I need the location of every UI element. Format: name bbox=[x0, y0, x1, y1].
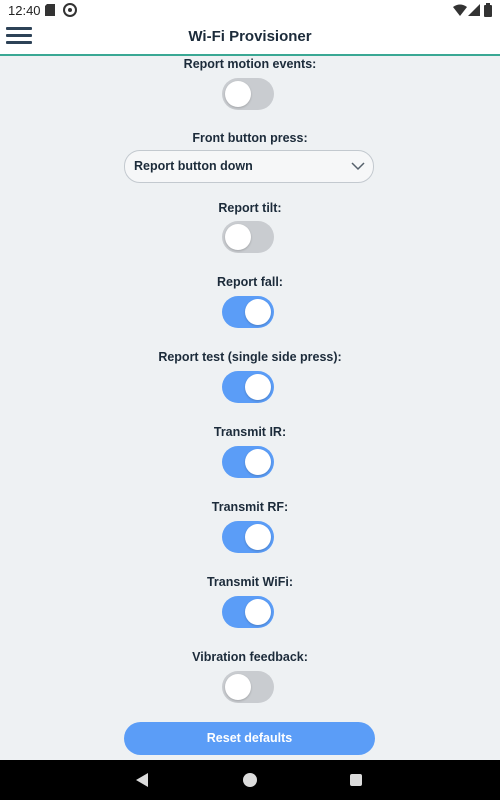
toggle-knob bbox=[225, 224, 251, 250]
report-motion-events-toggle[interactable] bbox=[222, 78, 274, 110]
status-bar: 12:40 bbox=[0, 0, 500, 20]
report-tilt-label: Report tilt: bbox=[218, 201, 282, 215]
recents-icon[interactable] bbox=[350, 774, 362, 786]
front-button-press-select[interactable]: Report button down bbox=[124, 150, 374, 183]
report-test-label: Report test (single side press): bbox=[158, 350, 342, 364]
back-icon[interactable] bbox=[135, 772, 149, 788]
menu-icon[interactable] bbox=[6, 23, 32, 49]
sd-card-icon bbox=[45, 4, 55, 16]
toggle-knob bbox=[245, 524, 271, 550]
wifi-icon bbox=[453, 4, 467, 16]
report-tilt-toggle[interactable] bbox=[222, 221, 274, 253]
report-motion-events-label: Report motion events: bbox=[183, 57, 317, 71]
transmit-rf-toggle[interactable] bbox=[222, 521, 274, 553]
app-title: Wi-Fi Provisioner bbox=[188, 28, 312, 45]
toggle-knob bbox=[245, 599, 271, 625]
chevron-down-icon bbox=[351, 162, 365, 171]
transmit-rf-label: Transmit RF: bbox=[211, 500, 289, 514]
report-test-toggle[interactable] bbox=[222, 371, 274, 403]
reset-defaults-button[interactable]: Reset defaults bbox=[124, 722, 375, 755]
navigation-bar bbox=[0, 760, 500, 800]
transmit-ir-toggle[interactable] bbox=[222, 446, 274, 478]
transmit-wifi-label: Transmit WiFi: bbox=[206, 575, 293, 589]
app-bar: Wi-Fi Provisioner bbox=[0, 20, 500, 56]
toggle-knob bbox=[245, 449, 271, 475]
battery-icon bbox=[484, 3, 492, 17]
home-icon[interactable] bbox=[243, 773, 257, 787]
status-time: 12:40 bbox=[8, 3, 41, 18]
report-fall-toggle[interactable] bbox=[222, 296, 274, 328]
sync-icon bbox=[63, 3, 77, 17]
front-button-press-label: Front button press: bbox=[192, 131, 308, 145]
toggle-knob bbox=[225, 674, 251, 700]
report-fall-label: Report fall: bbox=[217, 275, 283, 289]
signal-icon bbox=[468, 4, 480, 16]
vibration-feedback-label: Vibration feedback: bbox=[192, 650, 308, 664]
toggle-knob bbox=[245, 299, 271, 325]
toggle-knob bbox=[245, 374, 271, 400]
select-value: Report button down bbox=[134, 159, 253, 173]
toggle-knob bbox=[225, 81, 251, 107]
vibration-feedback-toggle[interactable] bbox=[222, 671, 274, 703]
settings-panel: Report motion events: Front button press… bbox=[0, 56, 500, 760]
transmit-wifi-toggle[interactable] bbox=[222, 596, 274, 628]
transmit-ir-label: Transmit IR: bbox=[213, 425, 287, 439]
